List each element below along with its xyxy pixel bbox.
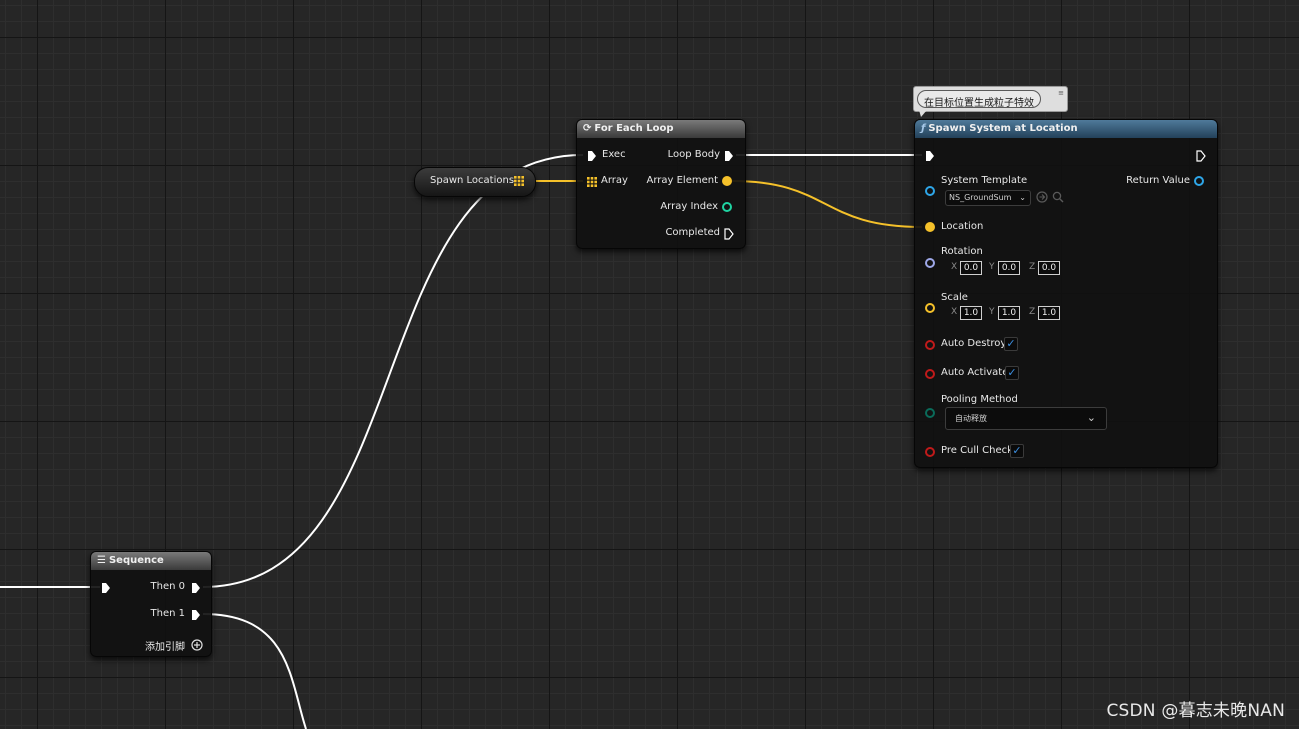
node-comment-bubble[interactable]: 在目标位置生成粒子特效 ≡	[913, 86, 1068, 112]
scale-y-input[interactable]: 1.0	[998, 306, 1020, 320]
loop-completed-pin[interactable]	[724, 228, 734, 240]
pre-cull-check-label: Pre Cull Check	[941, 445, 1013, 456]
loop-exec-label: Exec	[602, 149, 626, 160]
system-template-pin[interactable]	[925, 186, 935, 196]
loop-icon: ⟳	[583, 123, 592, 134]
array-grid-icon[interactable]	[514, 176, 524, 186]
loop-exec-in-pin[interactable]	[587, 150, 597, 162]
return-value-pin[interactable]	[1194, 176, 1204, 186]
rotation-y-axis-label: Y	[989, 262, 995, 272]
rotation-y-input[interactable]: 0.0	[998, 261, 1020, 275]
scale-x-input[interactable]: 1.0	[960, 306, 982, 320]
location-pin[interactable]	[925, 222, 935, 232]
loop-body-pin[interactable]	[724, 150, 734, 162]
for-each-loop-header[interactable]: ⟳ For Each Loop	[577, 120, 745, 138]
loop-array-element-label: Array Element	[646, 175, 718, 186]
sequence-then1-pin[interactable]	[191, 609, 201, 621]
sequence-then0-pin[interactable]	[191, 582, 201, 594]
chevron-down-icon: ⌄	[1086, 411, 1096, 424]
location-label: Location	[941, 221, 984, 232]
rotation-x-value: 0.0	[963, 263, 979, 273]
comment-pin-icon[interactable]: ≡	[1058, 89, 1064, 97]
rotation-x-axis-label: X	[951, 262, 958, 272]
auto-destroy-label: Auto Destroy	[941, 338, 1007, 349]
loop-body-label: Loop Body	[667, 149, 720, 160]
spawn-locations-label: Spawn Locations	[430, 175, 515, 186]
sequence-icon: ☰	[97, 555, 106, 566]
auto-activate-pin[interactable]	[925, 369, 935, 379]
scale-y-axis-label: Y	[989, 307, 995, 317]
auto-activate-checkbox[interactable]: ✓	[1005, 366, 1019, 380]
scale-y-value: 1.0	[1001, 308, 1017, 318]
add-pin-button-label[interactable]: 添加引脚	[145, 638, 185, 653]
scale-label: Scale	[941, 292, 968, 303]
pooling-method-value: 自动释放	[955, 414, 987, 423]
spawn-system-header[interactable]: ƒ Spawn System at Location	[915, 120, 1217, 138]
loop-array-index-label: Array Index	[660, 201, 718, 212]
pre-cull-check-pin[interactable]	[925, 447, 935, 457]
for-each-loop-title: For Each Loop	[594, 123, 674, 134]
loop-array-label: Array	[601, 175, 628, 186]
function-icon: ƒ	[921, 123, 926, 134]
spawn-system-title: Spawn System at Location	[928, 123, 1078, 134]
rotation-y-value: 0.0	[1001, 263, 1017, 273]
spawn-locations-variable-node[interactable]: Spawn Locations	[414, 167, 536, 197]
watermark: CSDN @暮志未晚NAN	[1106, 701, 1285, 721]
for-each-loop-node[interactable]: ⟳ For Each Loop Exec Loop Body Array Arra…	[576, 119, 746, 249]
system-template-asset-picker[interactable]: NS_GroundSum ⌄	[945, 190, 1031, 206]
scale-x-axis-label: X	[951, 307, 958, 317]
rotation-x-input[interactable]: 0.0	[960, 261, 982, 275]
add-pin-icon[interactable]	[191, 639, 203, 651]
pooling-method-dropdown[interactable]: 自动释放 ⌄	[945, 407, 1107, 430]
node-comment-text-box: 在目标位置生成粒子特效	[917, 90, 1041, 109]
loop-array-index-pin[interactable]	[722, 202, 732, 212]
spawn-exec-in-pin[interactable]	[925, 150, 935, 162]
scale-pin[interactable]	[925, 303, 935, 313]
rotation-z-input[interactable]: 0.0	[1038, 261, 1060, 275]
return-value-label: Return Value	[1126, 175, 1190, 186]
browse-asset-search-icon[interactable]	[1052, 191, 1064, 203]
spawn-exec-out-pin[interactable]	[1196, 150, 1206, 162]
sequence-node[interactable]: ☰ Sequence Then 0 Then 1 添加引脚	[90, 551, 212, 657]
auto-destroy-checkbox[interactable]: ✓	[1004, 337, 1018, 351]
vector-wire-element-to-location[interactable]	[731, 180, 923, 228]
sequence-exec-in-pin[interactable]	[101, 582, 111, 594]
comment-bubble-tail	[919, 110, 927, 117]
rotation-label: Rotation	[941, 246, 983, 257]
scale-z-value: 1.0	[1041, 308, 1057, 318]
pre-cull-check-checkbox[interactable]: ✓	[1010, 444, 1024, 458]
rotation-z-value: 0.0	[1041, 263, 1057, 273]
system-template-label: System Template	[941, 175, 1028, 186]
node-comment-text: 在目标位置生成粒子特效	[924, 98, 1034, 109]
exec-wire-then1[interactable]	[202, 613, 307, 729]
scale-z-axis-label: Z	[1029, 307, 1036, 317]
rotation-z-axis-label: Z	[1029, 262, 1036, 272]
loop-array-pin[interactable]	[587, 177, 597, 187]
exec-wire-then0-to-loop[interactable]	[202, 154, 584, 588]
use-selected-asset-icon[interactable]	[1036, 191, 1048, 203]
spawn-system-at-location-node[interactable]: ƒ Spawn System at Location System Templat…	[914, 119, 1218, 468]
sequence-then1-label: Then 1	[150, 608, 185, 619]
sequence-node-title: Sequence	[108, 555, 164, 566]
scale-x-value: 1.0	[963, 308, 979, 318]
loop-completed-label: Completed	[665, 227, 720, 238]
sequence-node-header[interactable]: ☰ Sequence	[91, 552, 211, 570]
auto-destroy-pin[interactable]	[925, 340, 935, 350]
pooling-method-label: Pooling Method	[941, 394, 1018, 405]
loop-array-element-pin[interactable]	[722, 176, 732, 186]
pooling-method-pin[interactable]	[925, 408, 935, 418]
rotation-pin[interactable]	[925, 258, 935, 268]
auto-activate-label: Auto Activate	[941, 367, 1009, 378]
system-template-value: NS_GroundSum	[949, 193, 1012, 202]
chevron-down-icon: ⌄	[1019, 193, 1026, 202]
scale-z-input[interactable]: 1.0	[1038, 306, 1060, 320]
sequence-then0-label: Then 0	[150, 581, 185, 592]
